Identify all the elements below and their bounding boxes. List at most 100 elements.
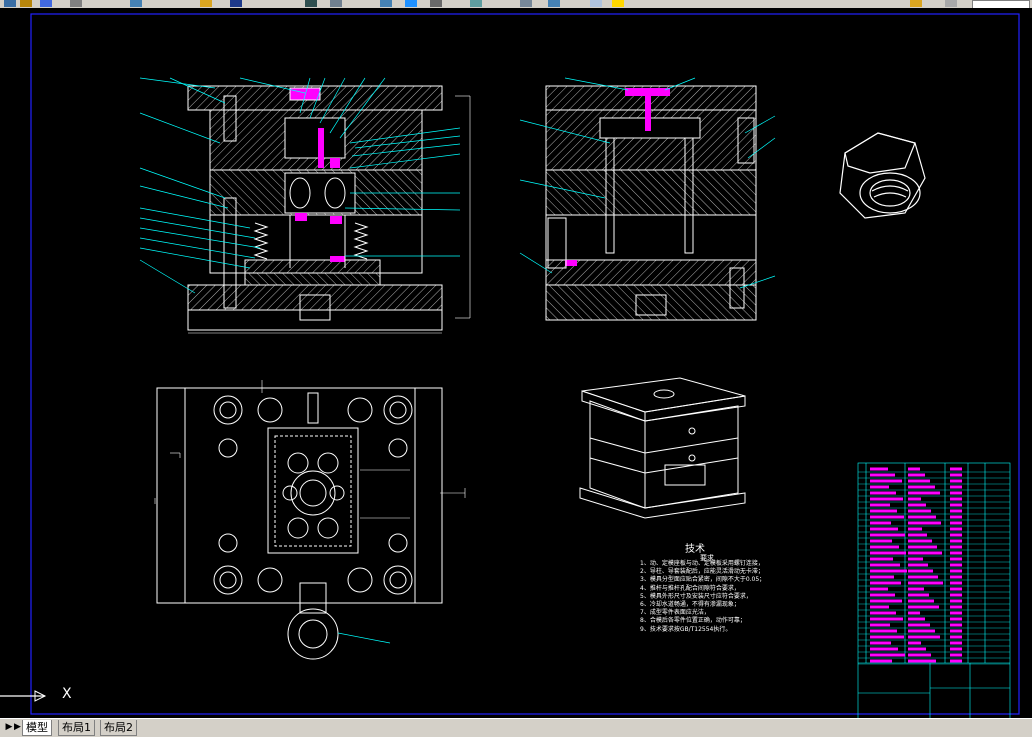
- undo-icon[interactable]: [230, 0, 242, 7]
- table-cell-name: [870, 497, 903, 501]
- tab-model[interactable]: 模型: [22, 720, 52, 736]
- table-cell-name: [870, 581, 901, 585]
- table-cell-qty: [950, 533, 962, 537]
- table-cell-qty: [950, 545, 962, 549]
- properties-icon[interactable]: [430, 0, 442, 7]
- table-cell-qty: [950, 539, 962, 543]
- zoom-window-icon[interactable]: [380, 0, 392, 7]
- layer-icon[interactable]: [590, 0, 602, 7]
- table-cell-material: [908, 659, 936, 663]
- tech-requirement-line: 4、推杆与推杆孔配合间隙符合要求，: [640, 584, 740, 592]
- table-cell-qty: [950, 587, 962, 591]
- table-cell-name: [870, 539, 892, 543]
- table-cell-material: [908, 623, 930, 627]
- save-icon[interactable]: [20, 0, 32, 7]
- layer-previous-icon[interactable]: [945, 0, 957, 7]
- tech-requirement-line: 5、模具外形尺寸及安装尺寸应符合要求，: [640, 592, 752, 600]
- design-center-icon[interactable]: [470, 0, 482, 7]
- table-cell-name: [870, 575, 894, 579]
- sheet-set-icon[interactable]: [548, 0, 560, 7]
- side-section-view: [519, 77, 776, 321]
- layout-tab-bar: ▶ ▶| 模型 布局1 布局2: [0, 718, 1032, 737]
- table-cell-qty: [950, 641, 962, 645]
- table-cell-name: [870, 521, 891, 525]
- table-cell-qty: [950, 491, 962, 495]
- table-cell-material: [908, 593, 929, 597]
- paste-icon[interactable]: [200, 0, 212, 7]
- drawing-border: [30, 13, 1020, 715]
- table-cell-name: [870, 485, 889, 489]
- tab-layout2[interactable]: 布局2: [100, 720, 137, 736]
- pan-icon[interactable]: [305, 0, 317, 7]
- table-cell-material: [908, 605, 939, 609]
- table-cell-material: [908, 641, 921, 645]
- tech-requirement-line: 3、模具分型面应贴合紧密，间隙不大于0.05；: [640, 576, 766, 584]
- table-cell-name: [870, 563, 900, 567]
- table-cell-material: [908, 569, 933, 573]
- tech-requirement-line: 1、动、定模座板与动、定模板采用螺钉连接，: [640, 560, 764, 567]
- layer-state-icon[interactable]: [612, 0, 624, 7]
- table-cell-name: [870, 653, 905, 657]
- tech-requirements-list: 1、动、定模座板与动、定模板采用螺钉连接， 2、导柱、导套装配后，应能灵活滑动无卡…: [640, 560, 770, 634]
- table-cell-material: [908, 539, 932, 543]
- table-cell-qty: [950, 653, 962, 657]
- table-cell-material: [908, 527, 922, 531]
- tool-palette-icon[interactable]: [520, 0, 532, 7]
- table-cell-qty: [950, 659, 962, 663]
- table-cell-name: [870, 515, 904, 519]
- table-cell-material: [908, 617, 925, 621]
- table-cell-material: [908, 485, 935, 489]
- zoom-previous-icon[interactable]: [405, 0, 417, 7]
- table-cell-name: [870, 557, 893, 561]
- table-cell-name: [870, 503, 890, 507]
- table-cell-material: [908, 611, 920, 615]
- zoom-icon[interactable]: [330, 0, 342, 7]
- table-cell-material: [908, 575, 938, 579]
- table-cell-name: [870, 647, 898, 651]
- table-cell-material: [908, 599, 934, 603]
- drawing-canvas[interactable]: 技术 要求 1、动、定模座板与动、定模板采用螺钉连接， 2、导柱、导套装配后，应能…: [0, 8, 1032, 718]
- table-cell-qty: [950, 467, 962, 471]
- open-icon[interactable]: [4, 0, 16, 7]
- table-cell-qty: [950, 635, 962, 639]
- table-cell-name: [870, 593, 895, 597]
- table-cell-qty: [950, 503, 962, 507]
- nut-3d-view: [839, 132, 926, 219]
- table-cell-material: [908, 497, 921, 501]
- table-cell-qty: [950, 605, 962, 609]
- table-cell-name: [870, 479, 902, 483]
- table-cell-name: [870, 629, 897, 633]
- copy-icon[interactable]: [130, 0, 142, 7]
- table-rows: [858, 467, 1010, 665]
- ucs-icon: [0, 690, 47, 702]
- table-cell-name: [870, 635, 904, 639]
- ucs-x-label: X: [62, 686, 72, 702]
- table-cell-material: [908, 653, 931, 657]
- table-cell-name: [870, 551, 906, 555]
- table-cell-qty: [950, 647, 962, 651]
- print-icon[interactable]: [40, 0, 52, 7]
- tech-requirement-line: 6、冷却水道畅通，不得有渗漏现象；: [640, 601, 740, 609]
- tab-layout1[interactable]: 布局1: [58, 720, 95, 736]
- front-section-view: [139, 77, 471, 334]
- table-cell-material: [908, 551, 942, 555]
- table-cell-name: [870, 611, 896, 615]
- table-cell-material: [908, 587, 924, 591]
- table-cell-name: [870, 623, 890, 627]
- cut-icon[interactable]: [70, 0, 82, 7]
- table-cell-name: [870, 473, 895, 477]
- table-cell-name: [870, 467, 888, 471]
- table-cell-material: [908, 515, 936, 519]
- table-cell-name: [870, 545, 899, 549]
- table-cell-qty: [950, 581, 962, 585]
- table-cell-material: [908, 473, 925, 477]
- top-plan-view: [154, 380, 466, 660]
- table-cell-material: [908, 545, 937, 549]
- table-cell-material: [908, 467, 920, 471]
- drawing-svg: [30, 13, 1020, 718]
- tech-requirement-line: 8、合模后各零件位置正确，动作可靠；: [640, 617, 746, 625]
- table-cell-material: [908, 557, 923, 561]
- table-cell-material: [908, 635, 940, 639]
- match-properties-icon[interactable]: [910, 0, 922, 7]
- table-cell-qty: [950, 557, 962, 561]
